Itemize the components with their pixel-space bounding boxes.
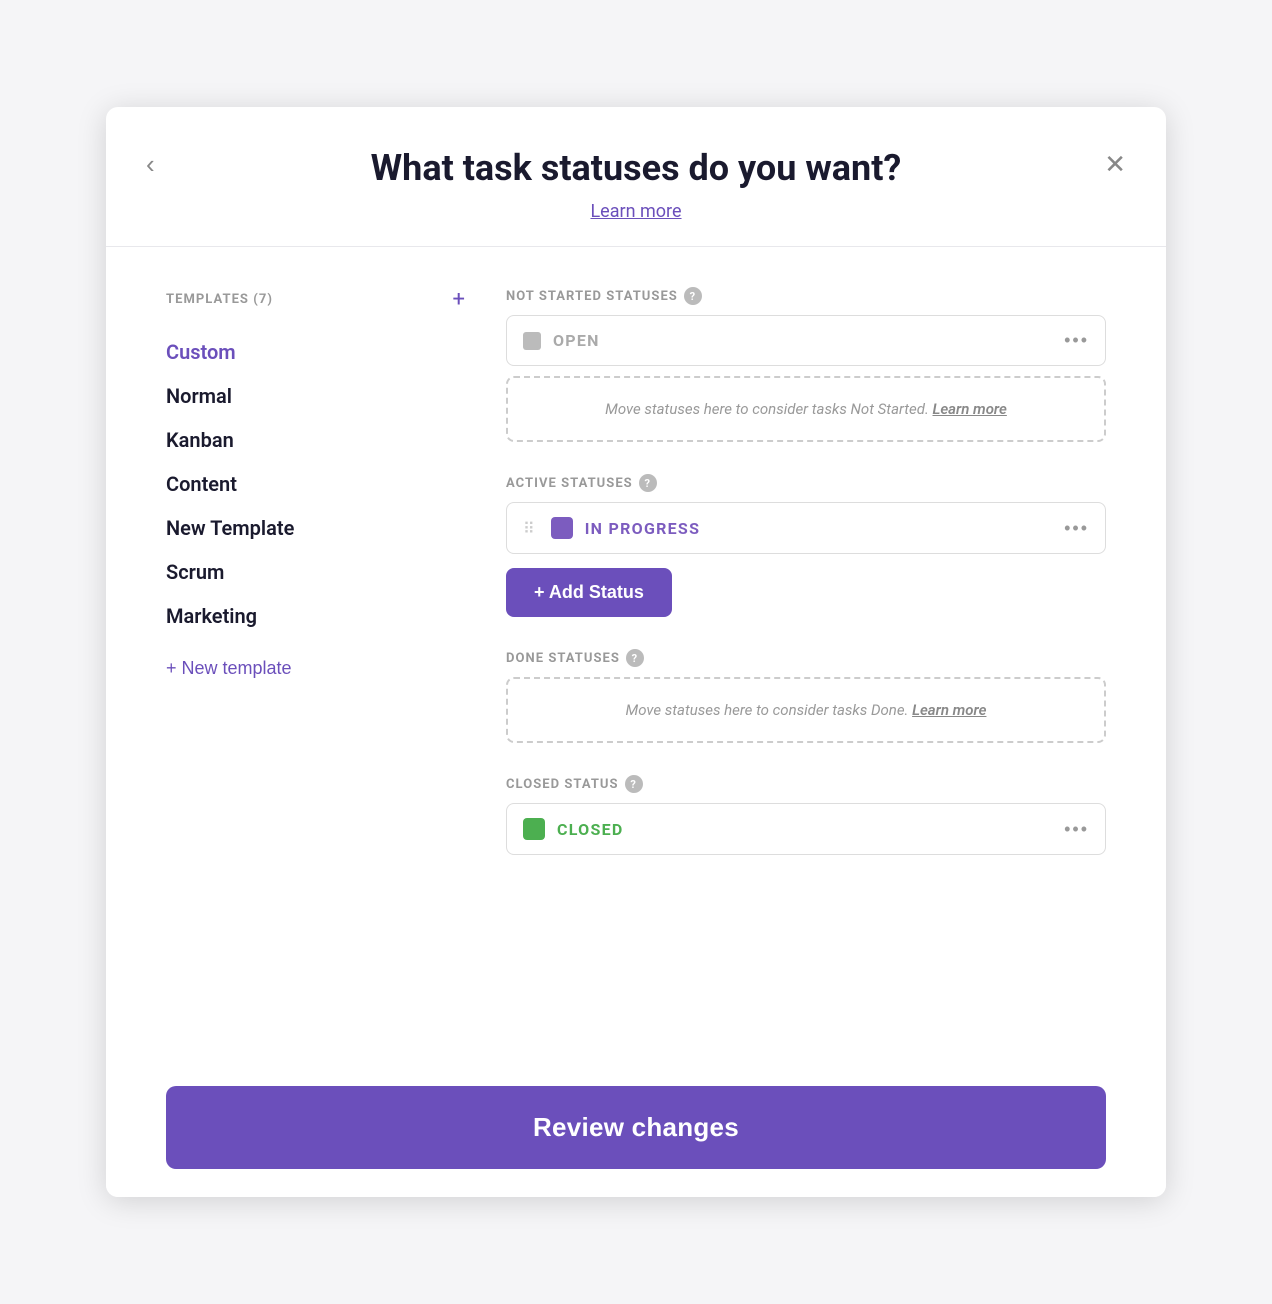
closed-status-row: CLOSED ••• bbox=[506, 803, 1106, 855]
not-started-help-icon[interactable]: ? bbox=[684, 287, 702, 305]
open-status-row: OPEN ••• bbox=[506, 315, 1106, 366]
in-progress-status-dot bbox=[551, 517, 573, 539]
close-button[interactable]: ✕ bbox=[1104, 151, 1126, 177]
not-started-learn-more-link[interactable]: Learn more bbox=[932, 400, 1006, 418]
closed-label: CLOSED STATUS ? bbox=[506, 775, 1106, 793]
in-progress-status-label: IN PROGRESS bbox=[585, 519, 1052, 538]
closed-status-label: CLOSED bbox=[557, 820, 1052, 839]
done-drop-area: Move statuses here to consider tasks Don… bbox=[506, 677, 1106, 743]
review-changes-button[interactable]: Review changes bbox=[166, 1086, 1106, 1169]
closed-status-dot bbox=[523, 818, 545, 840]
add-template-icon[interactable]: + bbox=[452, 287, 466, 312]
modal-body: TEMPLATES (7) + Custom Normal Kanban Con… bbox=[106, 247, 1166, 1058]
active-section: ACTIVE STATUSES ? ⠿ IN PROGRESS ••• + Ad… bbox=[506, 474, 1106, 617]
open-status-dot bbox=[523, 332, 541, 350]
template-item-marketing[interactable]: Marketing bbox=[166, 594, 466, 638]
not-started-drop-area: Move statuses here to consider tasks Not… bbox=[506, 376, 1106, 442]
active-help-icon[interactable]: ? bbox=[639, 474, 657, 492]
in-progress-status-row: ⠿ IN PROGRESS ••• bbox=[506, 502, 1106, 554]
open-status-label: OPEN bbox=[553, 331, 1052, 350]
in-progress-more-button[interactable]: ••• bbox=[1064, 518, 1089, 539]
modal-title: What task statuses do you want? bbox=[166, 147, 1106, 189]
active-label: ACTIVE STATUSES ? bbox=[506, 474, 1106, 492]
template-item-normal[interactable]: Normal bbox=[166, 374, 466, 418]
in-progress-drag-handle[interactable]: ⠿ bbox=[523, 519, 535, 538]
template-list: Custom Normal Kanban Content New Templat… bbox=[166, 330, 466, 638]
not-started-section: NOT STARTED STATUSES ? OPEN ••• Move sta… bbox=[506, 287, 1106, 442]
templates-header: TEMPLATES (7) + bbox=[166, 287, 466, 312]
open-more-button[interactable]: ••• bbox=[1064, 330, 1089, 351]
modal-header: ‹ What task statuses do you want? Learn … bbox=[106, 107, 1166, 247]
done-learn-more-link[interactable]: Learn more bbox=[912, 701, 986, 719]
modal-container: ‹ What task statuses do you want? Learn … bbox=[106, 107, 1166, 1197]
templates-label: TEMPLATES (7) bbox=[166, 292, 273, 307]
back-button[interactable]: ‹ bbox=[146, 151, 155, 177]
modal-footer: Review changes bbox=[106, 1058, 1166, 1197]
closed-more-button[interactable]: ••• bbox=[1064, 819, 1089, 840]
done-help-icon[interactable]: ? bbox=[626, 649, 644, 667]
template-item-custom[interactable]: Custom bbox=[166, 330, 466, 374]
header-learn-more-link[interactable]: Learn more bbox=[590, 201, 681, 222]
closed-section: CLOSED STATUS ? CLOSED ••• bbox=[506, 775, 1106, 855]
done-placeholder-text: Move statuses here to consider tasks Don… bbox=[626, 701, 909, 719]
done-label: DONE STATUSES ? bbox=[506, 649, 1106, 667]
template-item-new-template[interactable]: New Template bbox=[166, 506, 466, 550]
not-started-placeholder-text: Move statuses here to consider tasks Not… bbox=[605, 400, 929, 418]
template-item-content[interactable]: Content bbox=[166, 462, 466, 506]
right-panel: NOT STARTED STATUSES ? OPEN ••• Move sta… bbox=[506, 287, 1106, 1018]
done-section: DONE STATUSES ? Move statuses here to co… bbox=[506, 649, 1106, 743]
closed-help-icon[interactable]: ? bbox=[625, 775, 643, 793]
template-item-scrum[interactable]: Scrum bbox=[166, 550, 466, 594]
new-template-button[interactable]: + New template bbox=[166, 658, 292, 679]
not-started-label: NOT STARTED STATUSES ? bbox=[506, 287, 1106, 305]
left-panel: TEMPLATES (7) + Custom Normal Kanban Con… bbox=[166, 287, 506, 1018]
template-item-kanban[interactable]: Kanban bbox=[166, 418, 466, 462]
add-status-button[interactable]: + Add Status bbox=[506, 568, 672, 617]
